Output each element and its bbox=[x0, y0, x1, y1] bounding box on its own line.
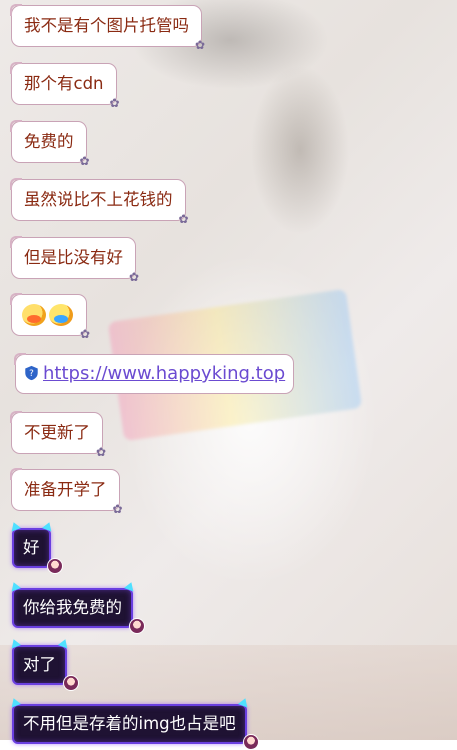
message-text: 免费的 bbox=[24, 132, 74, 151]
message-row: 你给我免费的 bbox=[8, 580, 145, 634]
bubble-avatar-icon bbox=[129, 618, 145, 634]
cat-ear-icon bbox=[8, 580, 22, 592]
shield-icon: ? bbox=[25, 365, 38, 381]
message-row: 好 bbox=[8, 520, 63, 574]
cold-sweat-face-emoji bbox=[49, 304, 73, 326]
message-text: 虽然说比不上花钱的 bbox=[24, 190, 173, 209]
message-text: 不更新了 bbox=[24, 423, 90, 442]
message-bubble[interactable]: 那个有cdn ✿ bbox=[10, 62, 120, 110]
message-row: ✿ bbox=[10, 293, 90, 341]
cat-ear-icon bbox=[8, 696, 22, 708]
message-bubble-dark[interactable]: 对了 bbox=[8, 637, 79, 691]
message-row: 我不是有个图片托管吗 ✿ bbox=[10, 4, 205, 52]
message-bubble[interactable]: 免费的 ✿ bbox=[10, 120, 90, 168]
message-bubble[interactable]: 虽然说比不上花钱的 ✿ bbox=[10, 178, 189, 226]
message-bubble[interactable]: 不更新了 ✿ bbox=[10, 411, 106, 459]
website-link[interactable]: https://www.happyking.top bbox=[43, 363, 285, 384]
bubble-decoration-icon: ✿ bbox=[79, 327, 91, 341]
bubble-avatar-icon bbox=[63, 675, 79, 691]
message-bubble-dark[interactable]: 你给我免费的 bbox=[8, 580, 145, 634]
message-text: 那个有cdn bbox=[24, 74, 104, 93]
message-text: 对了 bbox=[23, 655, 56, 674]
message-row: 但是比没有好 ✿ bbox=[10, 236, 139, 284]
cat-ear-icon bbox=[237, 696, 250, 708]
bubble-decoration-icon: ✿ bbox=[95, 445, 107, 459]
cat-ear-icon bbox=[41, 520, 54, 532]
message-bubble-dark[interactable]: 好 bbox=[8, 520, 63, 574]
message-text: 我不是有个图片托管吗 bbox=[24, 16, 189, 35]
cat-ear-icon bbox=[8, 520, 22, 532]
scared-face-emoji bbox=[22, 304, 46, 326]
message-row: 准备开学了 ✿ bbox=[10, 468, 123, 516]
message-row: 不更新了 ✿ bbox=[10, 411, 106, 459]
bubble-decoration-icon: ✿ bbox=[194, 38, 206, 52]
message-row: 那个有cdn ✿ bbox=[10, 62, 120, 110]
bubble-avatar-icon bbox=[46, 558, 63, 574]
link-message-bubble[interactable]: ? https://www.happyking.top bbox=[13, 353, 295, 394]
message-bubble[interactable]: 但是比没有好 ✿ bbox=[10, 236, 139, 284]
message-text: 好 bbox=[23, 538, 40, 557]
message-bubble-dark[interactable]: 不用但是存着的img也占是吧 bbox=[8, 696, 259, 750]
bubble-avatar-icon bbox=[242, 734, 259, 750]
svg-text:?: ? bbox=[29, 369, 34, 379]
message-text: 准备开学了 bbox=[24, 480, 107, 499]
message-row: 虽然说比不上花钱的 ✿ bbox=[10, 178, 189, 226]
message-row: ? https://www.happyking.top bbox=[13, 353, 295, 394]
bubble-decoration-icon: ✿ bbox=[178, 212, 189, 226]
message-row: 免费的 ✿ bbox=[10, 120, 90, 168]
cat-ear-icon bbox=[8, 637, 22, 649]
bubble-decoration-icon: ✿ bbox=[79, 154, 90, 168]
message-text: 但是比没有好 bbox=[24, 248, 123, 267]
message-text: 你给我免费的 bbox=[23, 598, 122, 617]
bubble-decoration-icon: ✿ bbox=[112, 502, 123, 516]
message-bubble[interactable]: 准备开学了 ✿ bbox=[10, 468, 123, 516]
bubble-decoration-icon: ✿ bbox=[128, 270, 140, 284]
message-bubble[interactable]: ✿ bbox=[10, 293, 90, 341]
message-row: 对了 bbox=[8, 637, 79, 691]
message-text: 不用但是存着的img也占是吧 bbox=[23, 714, 236, 733]
message-row: 不用但是存着的img也占是吧 bbox=[8, 696, 259, 750]
message-bubble[interactable]: 我不是有个图片托管吗 ✿ bbox=[10, 4, 205, 52]
bubble-decoration-icon: ✿ bbox=[109, 96, 120, 110]
